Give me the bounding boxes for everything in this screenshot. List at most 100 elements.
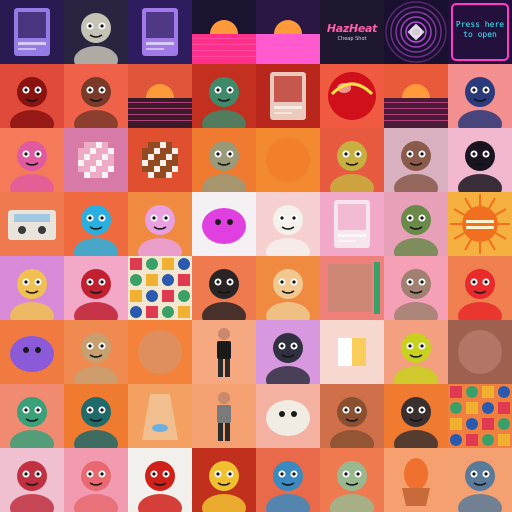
masked-cat-portrait[interactable]: [256, 320, 320, 384]
monster-icon: [74, 461, 118, 512]
red-hat-figure[interactable]: [0, 64, 64, 128]
mask-icon: [138, 461, 182, 512]
vortex-tunnel[interactable]: [384, 0, 448, 64]
green-hair-girl[interactable]: [0, 384, 64, 448]
egg-icon: [402, 458, 430, 506]
robot-cow[interactable]: [384, 128, 448, 192]
vortex-icon: [385, 1, 447, 63]
tools-icon: [394, 397, 438, 448]
hooded-grandma[interactable]: [256, 448, 320, 512]
plastic-bag-fish[interactable]: [128, 384, 192, 448]
retro-sun-badge[interactable]: [448, 192, 512, 256]
purple-blob[interactable]: [0, 320, 64, 384]
green-beanie-zombie[interactable]: [320, 448, 384, 512]
otter-cap-avatar[interactable]: [64, 64, 128, 128]
blurred-gradient[interactable]: [128, 320, 192, 384]
synthwave-road-scene[interactable]: [256, 0, 320, 64]
palm-icon: [128, 64, 192, 128]
yellow-cat-figure[interactable]: [192, 448, 256, 512]
monster-icon: [202, 208, 246, 244]
green-vest-mouse[interactable]: [384, 320, 448, 384]
hood-icon: [266, 461, 310, 512]
bear-icon: [202, 269, 246, 320]
white-creature-lying[interactable]: [256, 384, 320, 448]
cartoon-cat-mask[interactable]: [128, 192, 192, 256]
press-here-neon-sign[interactable]: Press here to open: [448, 0, 512, 64]
dog-icon: [266, 269, 310, 320]
cow-icon: [394, 141, 438, 192]
synthwave-car-scene[interactable]: [192, 0, 256, 64]
skeleton-icon: [74, 13, 118, 64]
cassette-icon: [8, 210, 56, 240]
pink-monster-mask[interactable]: [64, 448, 128, 512]
white-square-glow[interactable]: [320, 320, 384, 384]
crossed-tools-emblem[interactable]: [384, 384, 448, 448]
graffiti-face[interactable]: [0, 448, 64, 512]
elf-stage-character[interactable]: [64, 256, 128, 320]
salmon-panel[interactable]: [320, 256, 384, 320]
card-icon: [142, 8, 178, 56]
pixel-cookie[interactable]: [128, 128, 192, 192]
bag-icon: [142, 394, 178, 440]
girl-icon: [10, 397, 54, 448]
palm-sunset[interactable]: [128, 64, 192, 128]
spray-bottle-figure[interactable]: [64, 192, 128, 256]
doodle-creature[interactable]: [0, 256, 64, 320]
violet-glow-card[interactable]: [128, 0, 192, 64]
logo-icon: [320, 0, 384, 64]
robot-mech-avatar[interactable]: [192, 64, 256, 128]
robot-icon: [458, 461, 502, 512]
texture-icon: [458, 330, 502, 374]
standing-person[interactable]: [192, 320, 256, 384]
red-sphere[interactable]: [320, 64, 384, 128]
pixel-pig-face[interactable]: [64, 128, 128, 192]
space-robot[interactable]: [448, 256, 512, 320]
pizza-icon: [450, 386, 510, 446]
mouse-icon: [394, 333, 438, 384]
profile-card[interactable]: [320, 192, 384, 256]
creature-icon: [266, 400, 310, 436]
pink-demon-avatar[interactable]: [448, 64, 512, 128]
sunglasses-portrait[interactable]: [0, 128, 64, 192]
zombie-bust[interactable]: [192, 128, 256, 192]
frog-face[interactable]: [384, 192, 448, 256]
teal-bird-character[interactable]: [64, 384, 128, 448]
pirate-mouse[interactable]: [384, 256, 448, 320]
square-icon: [338, 338, 366, 366]
black-rooster[interactable]: [448, 128, 512, 192]
pink-scribble-monster[interactable]: [192, 192, 256, 256]
chef-bear[interactable]: [192, 256, 256, 320]
pattern-icon: [130, 258, 190, 318]
sun-icon: [384, 64, 448, 128]
red-opera-mask[interactable]: [128, 448, 192, 512]
poster-collage[interactable]: [256, 64, 320, 128]
sun-icon: [450, 194, 510, 254]
cat-icon: [202, 461, 246, 512]
demon-icon: [458, 77, 502, 128]
rust-texture[interactable]: [448, 320, 512, 384]
zombie-skeleton-avatar[interactable]: [64, 0, 128, 64]
gray-shirt-person[interactable]: [192, 384, 256, 448]
ocean-sunset[interactable]: [384, 64, 448, 128]
pizza-pattern[interactable]: [448, 384, 512, 448]
blob-icon: [10, 336, 54, 372]
neon-sign-icon: [451, 3, 509, 61]
cassette-tape[interactable]: [0, 192, 64, 256]
orange-gradient[interactable]: [256, 128, 320, 192]
unicorn-icon: [266, 205, 310, 256]
gradient-icon: [138, 330, 182, 374]
shiba-dog[interactable]: [256, 256, 320, 320]
horned-bull[interactable]: [320, 128, 384, 192]
potted-egg[interactable]: [384, 448, 448, 512]
chef-swirl-face[interactable]: [64, 320, 128, 384]
card-icon: [14, 8, 50, 56]
mouse-icon: [394, 269, 438, 320]
robot-icon: [458, 269, 502, 320]
hazheat-logo[interactable]: HazHeat Cheap Shot: [320, 0, 384, 64]
bull-icon: [330, 141, 374, 192]
purple-trading-card[interactable]: [0, 0, 64, 64]
bobcat-photo[interactable]: [320, 384, 384, 448]
blue-robot-figure[interactable]: [448, 448, 512, 512]
geometric-pattern[interactable]: [128, 256, 192, 320]
white-unicorn[interactable]: [256, 192, 320, 256]
